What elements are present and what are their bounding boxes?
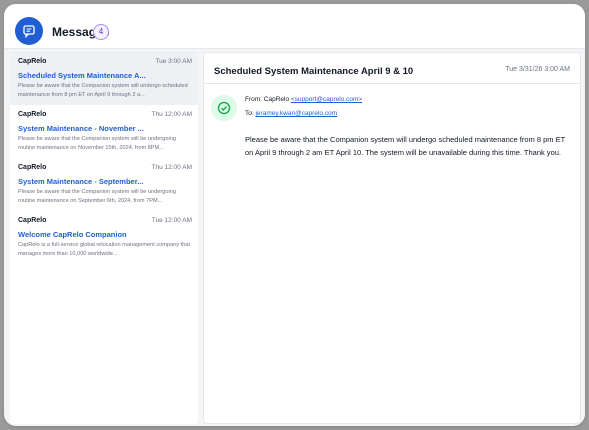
message-date: Thu 12:00 AM	[151, 111, 192, 118]
detail-header: Scheduled System Maintenance April 9 & 1…	[204, 53, 580, 84]
message-item-2[interactable]: CapRelo Thu 12:00 AM System Maintenance …	[10, 105, 198, 158]
message-item-3[interactable]: CapRelo Thu 12:00 AM System Maintenance …	[10, 158, 198, 211]
message-snippet: Please be aware that the Companion syste…	[18, 189, 176, 204]
message-sender: CapRelo	[18, 164, 47, 171]
check-circle-icon	[211, 95, 237, 121]
message-item-4[interactable]: CapRelo Tue 12:00 AM Welcome CapRelo Com…	[10, 211, 198, 264]
message-date: Tue 12:00 AM	[151, 217, 192, 224]
from-email-link[interactable]: <support@caprelo.com>	[291, 96, 362, 103]
message-item-1[interactable]: CapRelo Tue 3:00 AM Scheduled System Mai…	[10, 52, 198, 105]
message-body: Please be aware that the Companion syste…	[245, 135, 566, 157]
chat-bubble-icon	[15, 17, 43, 45]
to-line: To: jeramey.kwan@caprelo.com	[245, 110, 337, 117]
message-sender: CapRelo	[18, 58, 47, 65]
detail-date: Tue 3/31/26 3:00 AM	[505, 66, 570, 73]
from-label: From: CapRelo	[245, 96, 290, 103]
message-date: Thu 12:00 AM	[151, 164, 192, 171]
to-label: To:	[245, 110, 254, 117]
header: Messages 4	[4, 4, 585, 49]
messages-window: Messages 4 CapRelo Tue 3:00 AM Scheduled…	[4, 4, 585, 426]
detail-subject: Scheduled System Maintenance April 9 & 1…	[214, 66, 414, 77]
message-snippet: Please be aware that the Companion syste…	[18, 136, 176, 151]
message-sender: CapRelo	[18, 217, 47, 224]
message-subject: Scheduled System Maintenance A...	[18, 71, 146, 80]
message-date: Tue 3:00 AM	[155, 58, 192, 65]
message-list: CapRelo Tue 3:00 AM Scheduled System Mai…	[10, 52, 198, 424]
unread-count-badge: 4	[93, 24, 109, 40]
to-email-link[interactable]: jeramey.kwan@caprelo.com	[255, 110, 337, 117]
message-subject: Welcome CapRelo Companion	[18, 230, 127, 239]
message-sender: CapRelo	[18, 111, 47, 118]
message-detail: Scheduled System Maintenance April 9 & 1…	[203, 52, 581, 424]
message-subject: System Maintenance - November ...	[18, 124, 144, 133]
message-subject: System Maintenance - September...	[18, 177, 144, 186]
from-line: From: CapRelo <support@caprelo.com>	[245, 96, 362, 103]
message-snippet: CapRelo is a full-service global relocat…	[18, 242, 190, 257]
message-snippet: Please be aware that the Companion syste…	[18, 83, 188, 98]
